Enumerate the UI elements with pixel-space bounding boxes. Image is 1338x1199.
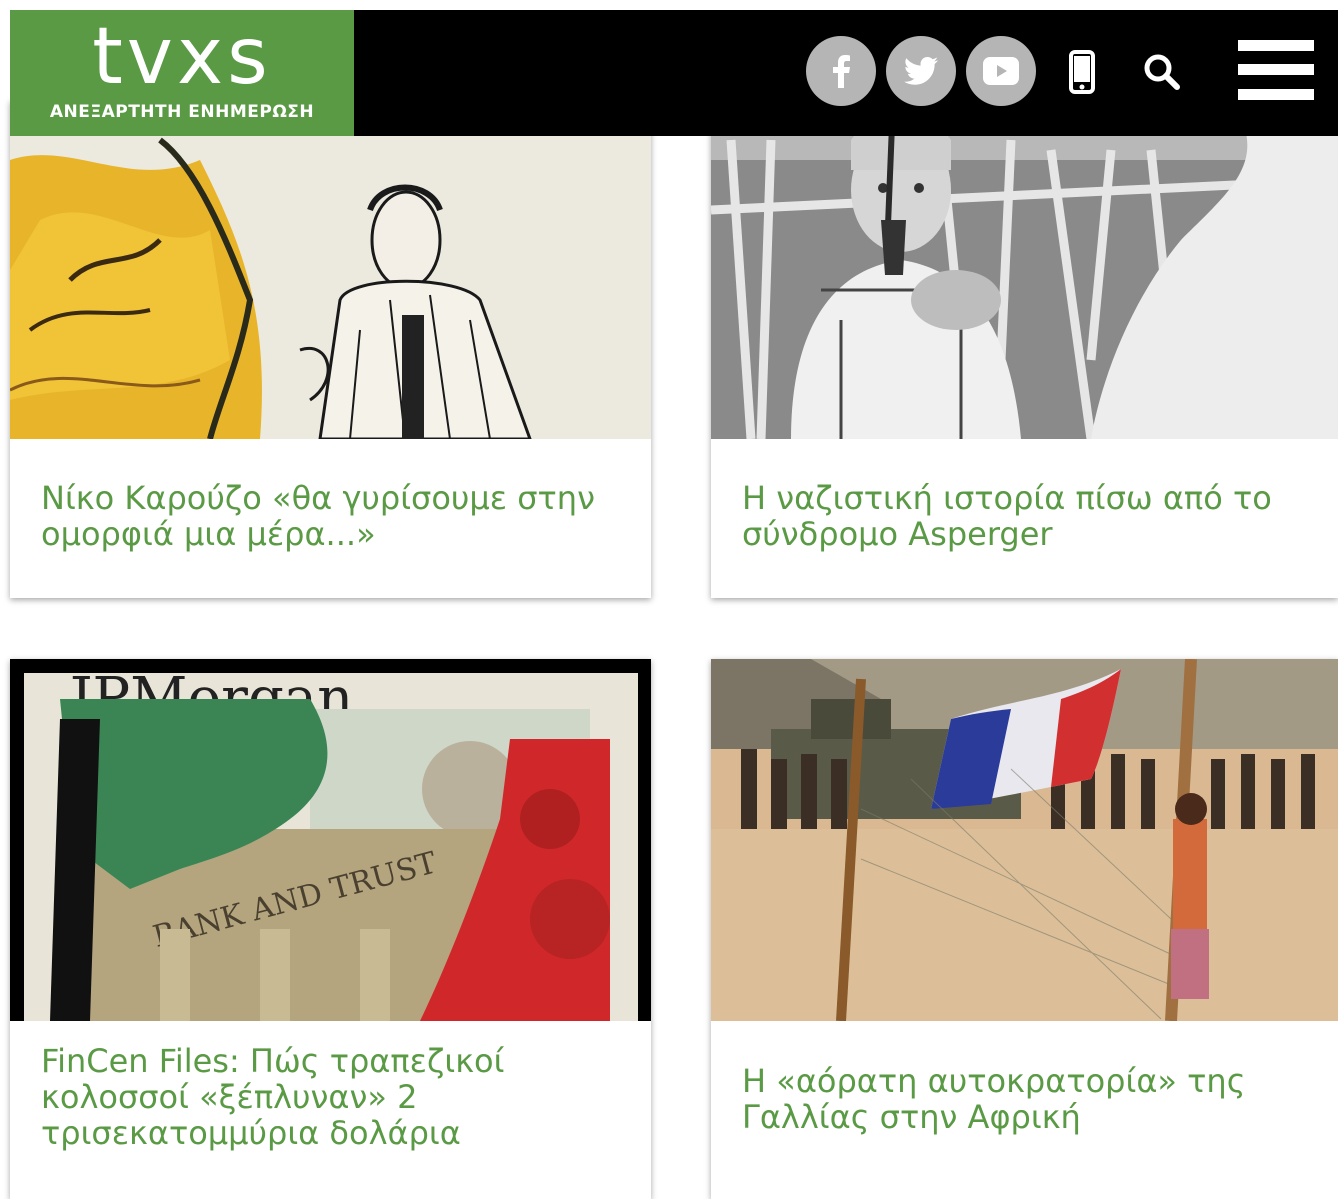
article-title[interactable]: Νίκο Καρούζο «θα γυρίσουμε στην ομορφιά …	[41, 480, 621, 552]
article-photo	[711, 659, 1338, 1021]
youtube-button[interactable]	[966, 36, 1036, 106]
facebook-button[interactable]	[806, 36, 876, 106]
search-button[interactable]	[1138, 48, 1186, 96]
youtube-icon	[983, 57, 1019, 85]
article-collage: JPMorgan BANK AND TRUST	[10, 659, 651, 1021]
menu-bar	[1238, 64, 1314, 75]
twitter-button[interactable]	[886, 36, 956, 106]
site-header: tvxs ΑΝΕΞΑΡΤΗΤΗ ΕΝΗΜΕΡΩΣΗ	[10, 10, 1338, 136]
article-photo	[711, 100, 1338, 439]
article-image[interactable]	[711, 659, 1338, 1021]
article-card[interactable]: Η ναζιστική ιστορία πίσω από το σύνδρομο…	[711, 100, 1338, 598]
article-image[interactable]	[711, 100, 1338, 439]
logo-wordmark: tvxs	[92, 12, 272, 102]
article-image[interactable]: JPMorgan BANK AND TRUST	[10, 659, 651, 1021]
article-illustration	[10, 100, 651, 439]
facebook-icon	[833, 55, 850, 88]
article-card[interactable]: Η «αόρατη αυτοκρατορία» της Γαλλίας στην…	[711, 659, 1338, 1199]
twitter-icon	[904, 57, 938, 85]
menu-bar	[1238, 89, 1314, 100]
article-card[interactable]: JPMorgan BANK AND TRUST FinCen Files: Πώ…	[10, 659, 651, 1199]
site-logo[interactable]: tvxs ΑΝΕΞΑΡΤΗΤΗ ΕΝΗΜΕΡΩΣΗ	[10, 10, 354, 136]
menu-bar	[1238, 40, 1314, 51]
article-card[interactable]: Νίκο Καρούζο «θα γυρίσουμε στην ομορφιά …	[10, 100, 651, 598]
mobile-icon	[1069, 50, 1095, 94]
menu-icon[interactable]	[1238, 40, 1314, 100]
mobile-button[interactable]	[1058, 48, 1106, 96]
logo-tagline: ΑΝΕΞΑΡΤΗΤΗ ΕΝΗΜΕΡΩΣΗ	[49, 102, 315, 122]
article-image[interactable]	[10, 100, 651, 439]
article-title[interactable]: FinCen Files: Πώς τραπεζικοί κολοσσοί «ξ…	[41, 1043, 621, 1151]
article-title[interactable]: Η ναζιστική ιστορία πίσω από το σύνδρομο…	[742, 480, 1308, 552]
article-title[interactable]: Η «αόρατη αυτοκρατορία» της Γαλλίας στην…	[742, 1063, 1308, 1135]
search-icon	[1144, 54, 1180, 90]
